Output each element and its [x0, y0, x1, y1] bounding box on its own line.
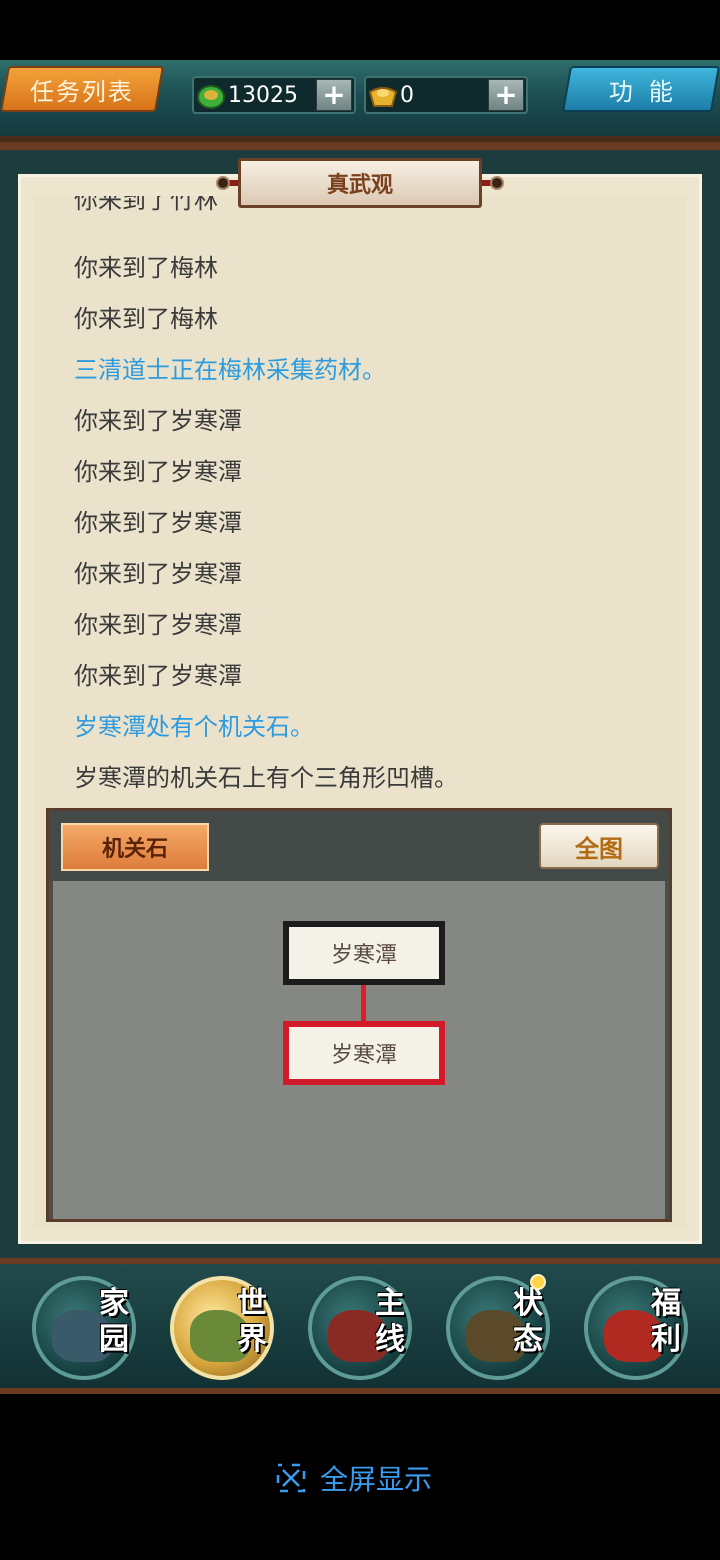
nav-status-label: 状态: [513, 1286, 543, 1357]
jade-coin-icon: [197, 85, 225, 109]
nav-world-button[interactable]: 世界: [170, 1276, 274, 1380]
nav-home-button[interactable]: 家园: [32, 1276, 136, 1380]
ingot-value: 0: [400, 83, 414, 108]
log-line: 你来到了竹林: [74, 196, 218, 214]
nav-welfare-label: 福利: [651, 1286, 681, 1357]
top-bar: 任务列表 13025 + 0 + 功能: [0, 60, 720, 150]
location-label: 机关石: [61, 823, 209, 871]
function-label: 功能: [609, 77, 689, 106]
log-line: 你来到了岁寒潭: [74, 611, 242, 639]
map-node-current[interactable]: 岁寒潭: [283, 1021, 445, 1085]
gold-ingot-icon: [368, 87, 398, 107]
log-line: 你来到了梅林: [74, 305, 218, 333]
log-line: 岁寒潭处有个机关石。: [74, 713, 314, 741]
log-line: 你来到了岁寒潭: [74, 458, 242, 486]
task-list-label: 任务列表: [30, 77, 134, 106]
log-line: 你来到了岁寒潭: [74, 560, 242, 588]
map-path-link: [361, 985, 366, 1021]
nav-main-quest-label: 主线: [375, 1286, 405, 1357]
map-header: 机关石 全图: [49, 811, 669, 881]
game-screen: 任务列表 13025 + 0 + 功能 真武观 你来到了竹林 你来到了梅林 你来…: [0, 0, 720, 1560]
scroll-knob-left: [216, 176, 230, 190]
log-line: 三清道士正在梅林采集药材。: [74, 356, 386, 384]
nav-world-label: 世界: [237, 1286, 267, 1357]
add-ingot-button[interactable]: +: [488, 79, 524, 111]
nav-main-quest-button[interactable]: 主线: [308, 1276, 412, 1380]
log-line: 岁寒潭的机关石上有个三角形凹槽。: [74, 764, 458, 792]
log-line: 你来到了梅林: [74, 254, 218, 282]
gold-value: 13025: [228, 83, 298, 108]
nav-welfare-button[interactable]: 福利: [584, 1276, 688, 1380]
map-node-upper[interactable]: 岁寒潭: [283, 921, 445, 985]
location-map-box: 机关石 全图 岁寒潭 岁寒潭: [46, 808, 672, 1222]
scroll-knob-right: [490, 176, 504, 190]
status-notification-dot: [530, 1274, 546, 1290]
fullscreen-label: 全屏显示: [320, 1463, 433, 1496]
full-map-button[interactable]: 全图: [539, 823, 659, 869]
bottom-nav: 家园 世界 主线 状态 福利: [0, 1258, 720, 1394]
log-line: 你来到了岁寒潭: [74, 662, 242, 690]
expand-icon: [276, 1463, 306, 1493]
log-line: 你来到了岁寒潭: [74, 509, 242, 537]
task-list-button[interactable]: 任务列表: [0, 66, 165, 112]
function-button[interactable]: 功能: [561, 66, 720, 112]
add-gold-button[interactable]: +: [316, 79, 352, 111]
ingot-counter: 0 +: [364, 76, 528, 114]
nav-home-label: 家园: [99, 1286, 129, 1357]
nav-status-button[interactable]: 状态: [446, 1276, 550, 1380]
message-log[interactable]: 你来到了竹林 你来到了梅林 你来到了梅林 三清道士正在梅林采集药材。 你来到了岁…: [74, 196, 674, 802]
fullscreen-toggle[interactable]: 全屏显示: [276, 1458, 432, 1498]
mini-map: 岁寒潭 岁寒潭: [53, 881, 665, 1219]
log-line: 你来到了岁寒潭: [74, 407, 242, 435]
area-title: 真武观: [326, 173, 393, 198]
gold-counter: 13025 +: [192, 76, 356, 114]
